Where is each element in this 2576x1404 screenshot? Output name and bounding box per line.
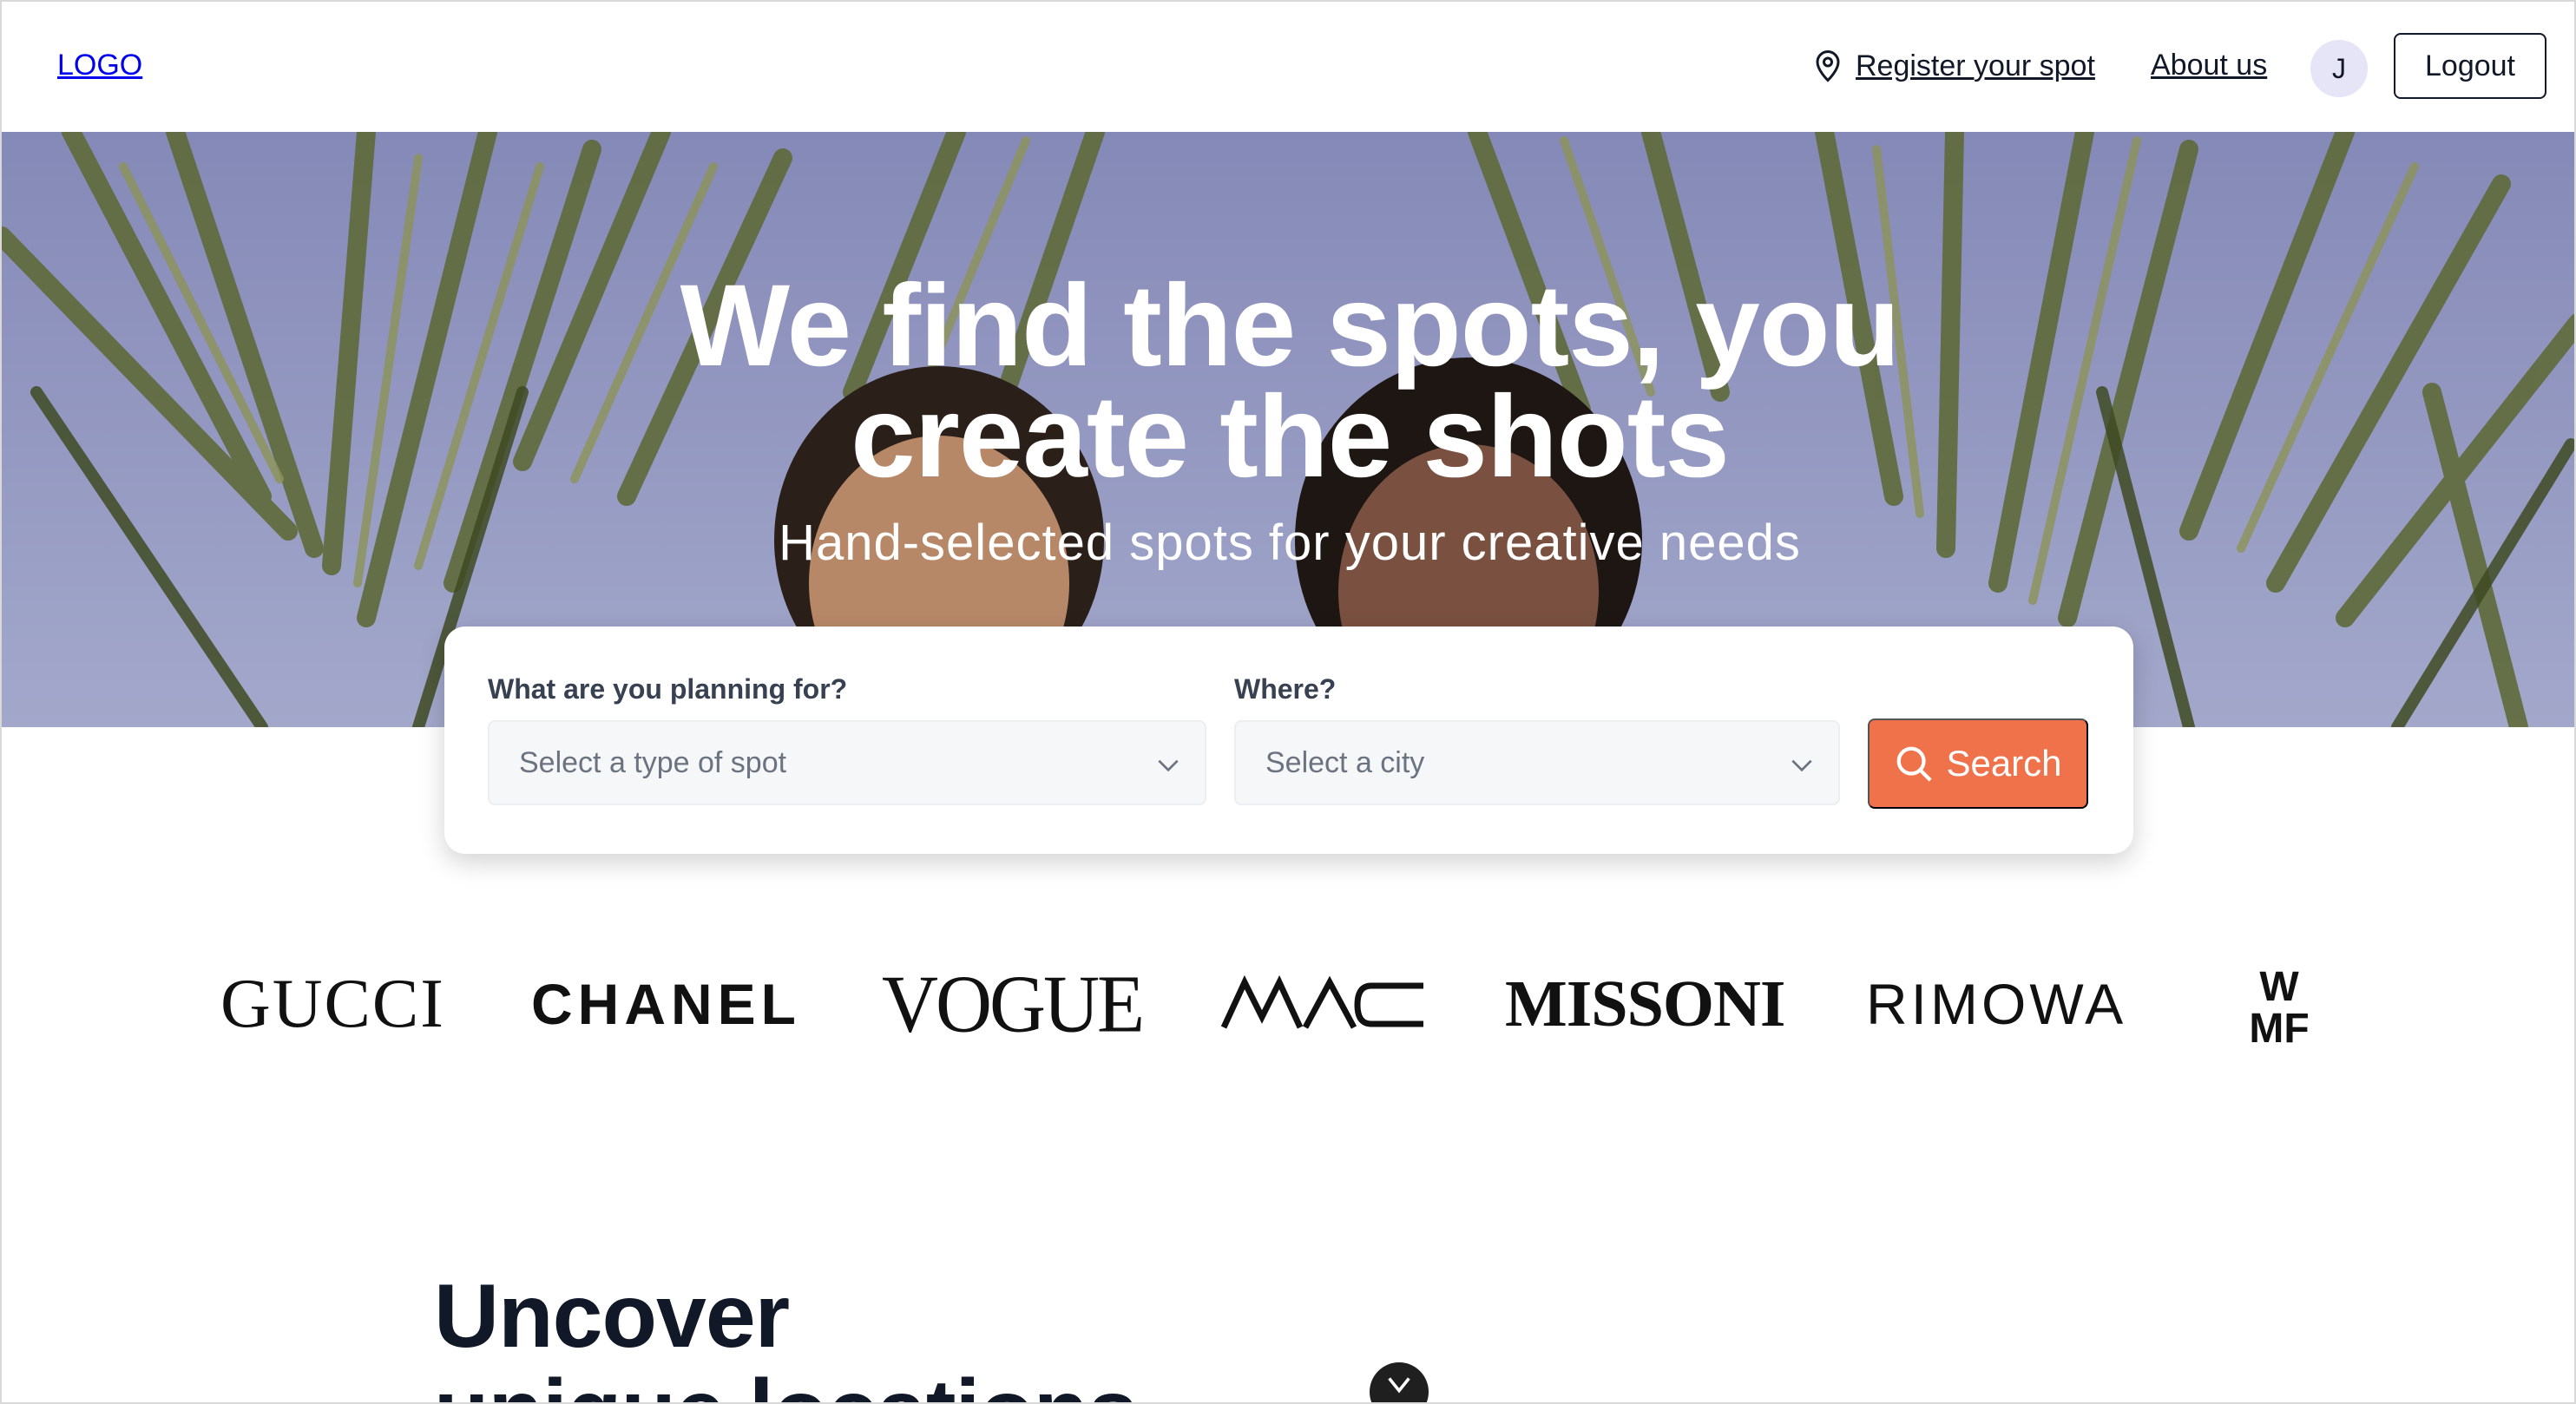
about-us-link[interactable]: About us [2151,49,2267,82]
brand-logos-row: GUCCI CHANEL VOGUE MISSONI RIMOWA W MF [2,956,2574,1052]
register-spot-link[interactable]: Register your spot [1812,49,2095,83]
city-placeholder: Select a city [1265,745,1425,779]
hero-title-line-2: create the shots [851,372,1730,502]
search-button[interactable]: Search [1868,718,2088,809]
brand-logo-wmf: W MF [2244,956,2314,1052]
svg-text:W: W [2259,964,2299,1010]
hero-title: We find the spots, you create the shots [2,268,2574,502]
hero-title-line-1: We find the spots, you [680,261,1901,390]
search-icon [1897,746,1933,782]
logout-button[interactable]: Logout [2394,33,2546,99]
scroll-down-button[interactable] [1370,1362,1429,1402]
city-label: Where? [1234,673,1337,705]
search-card: What are you planning for? Select a type… [444,627,2133,854]
spot-type-placeholder: Select a type of spot [519,745,787,779]
brand-logo-missoni: MISSONI [1505,967,1785,1040]
mac-logo-mark [1220,974,1423,1029]
svg-text:MF: MF [2249,1006,2309,1047]
brand-logo-gucci: GUCCI [220,965,445,1042]
map-pin-icon [1816,50,1840,82]
avatar[interactable]: J [2310,40,2368,97]
brand-logo-mac [1219,956,1427,1052]
brand-logo-rimowa: RIMOWA [1866,972,2127,1036]
page: LOGO Register your spot About us J Logou… [0,0,2576,1404]
spot-type-select[interactable]: Select a type of spot [488,720,1206,805]
chevron-down-icon [1158,759,1179,772]
hero-subtitle: Hand-selected spots for your creative ne… [779,515,1801,571]
brand-logo-chanel: CHANEL [531,972,801,1036]
section-heading: Uncover unique locations [434,1266,1138,1402]
spot-type-label: What are you planning for? [488,673,848,705]
city-select[interactable]: Select a city [1234,720,1840,805]
top-nav: LOGO Register your spot About us J Logou… [2,2,2574,132]
section-heading-line-1: Uncover [434,1266,790,1367]
search-button-label: Search [1946,743,2062,784]
brand-logo-vogue: VOGUE [882,959,1145,1049]
logo-link[interactable]: LOGO [57,49,142,82]
chevron-down-icon [1791,759,1812,772]
register-spot-label: Register your spot [1856,49,2095,82]
wmf-logo-mark: W MF [2249,964,2309,1047]
section-heading-line-2: unique locations [434,1364,1138,1402]
chevron-down-icon [1388,1377,1410,1394]
